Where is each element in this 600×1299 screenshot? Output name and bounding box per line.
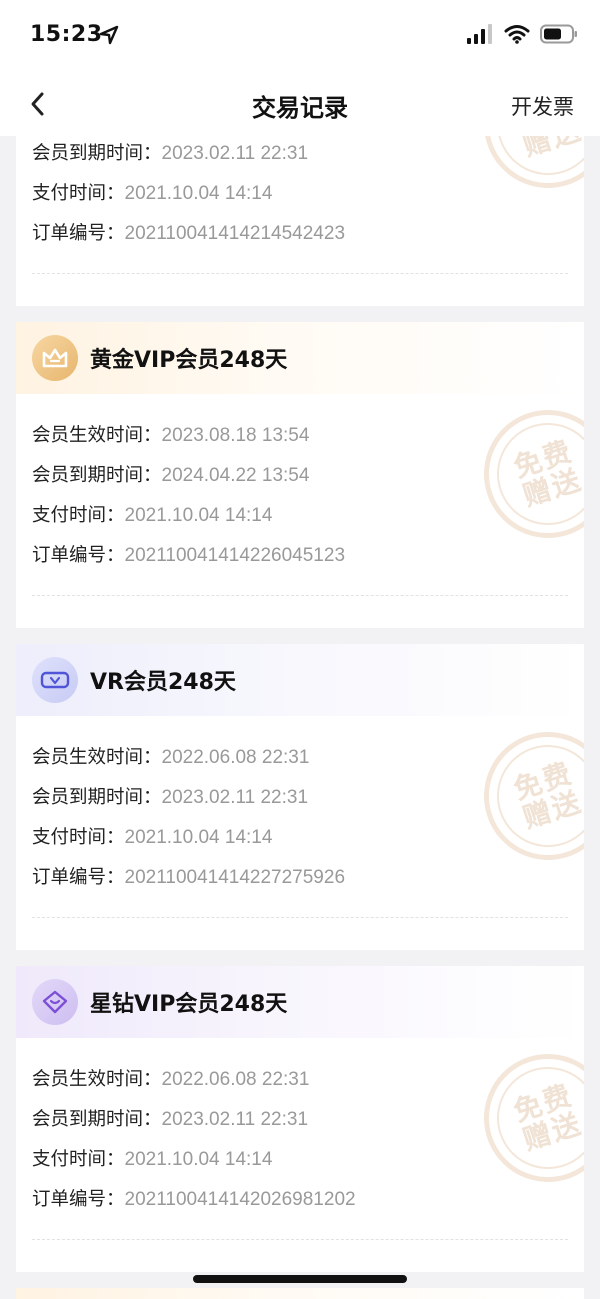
end-time-label: 会员到期时间： <box>32 143 162 164</box>
free-gift-stamp: 免费赠送 <box>467 715 584 877</box>
paid-time-value: 2021.10.04 14:14 <box>124 183 273 204</box>
card-title: 黄金VIP会员248天 <box>90 348 288 373</box>
battery-icon <box>540 24 578 48</box>
order-number-value: 202110041414214542423 <box>124 223 346 244</box>
paid-time-row: 支付时间：2021.10.04 14:14 <box>32 1148 272 1172</box>
order-number-row: 订单编号：202110041414226045123 <box>32 544 345 568</box>
end-time-label: 会员到期时间： <box>32 465 162 486</box>
start-time-row: 会员生效时间：2022.06.08 22:31 <box>32 746 309 770</box>
order-number-row: 订单编号：202110041414227275926 <box>32 866 345 890</box>
start-time-value: 2022.06.08 22:31 <box>161 1069 310 1090</box>
paid-time-label: 支付时间： <box>32 183 125 204</box>
end-time-value: 2023.02.11 22:31 <box>161 787 309 808</box>
vr-goggles-icon <box>32 657 78 703</box>
order-number-label: 订单编号： <box>32 867 125 888</box>
order-number-row: 订单编号：202110041414214542423 <box>32 222 345 246</box>
start-time-label: 会员生效时间： <box>32 425 162 446</box>
paid-time-value: 2021.10.04 14:14 <box>124 1149 273 1170</box>
order-number-label: 订单编号： <box>32 223 125 244</box>
dashed-divider <box>32 273 568 274</box>
nav-bar: 交易记录 开发票 <box>0 72 600 136</box>
end-time-row: 会员到期时间：2023.02.11 22:31 <box>32 142 308 166</box>
transaction-card[interactable]: 黄金VIP会员248天 免费赠送 会员生效时间：2023.08.18 13:54… <box>16 322 584 628</box>
order-number-value: 202110041414226045123 <box>124 545 346 566</box>
home-indicator[interactable] <box>193 1275 407 1283</box>
paid-time-value: 2021.10.04 14:14 <box>124 505 273 526</box>
transaction-card: 免费赠送 会员到期时间：2023.02.11 22:31 支付时间：2021.1… <box>16 136 584 306</box>
free-gift-stamp: 免费赠送 <box>467 1037 584 1199</box>
paid-time-value: 2021.10.04 14:14 <box>124 827 273 848</box>
page-title: 交易记录 <box>252 94 348 122</box>
paid-time-label: 支付时间： <box>32 505 125 526</box>
start-time-value: 2023.08.18 13:54 <box>161 425 310 446</box>
paid-time-row: 支付时间：2021.10.04 14:14 <box>32 182 272 206</box>
card-title: VR会员248天 <box>90 670 236 695</box>
card-header <box>16 1288 584 1299</box>
start-time-label: 会员生效时间： <box>32 1069 162 1090</box>
transaction-card[interactable]: VR会员248天 免费赠送 会员生效时间：2022.06.08 22:31 会员… <box>16 644 584 950</box>
end-time-row: 会员到期时间：2023.02.11 22:31 <box>32 786 308 810</box>
end-time-value: 2023.02.11 22:31 <box>161 1109 309 1130</box>
end-time-value: 2023.02.11 22:31 <box>161 143 309 164</box>
transaction-card[interactable] <box>16 1288 584 1299</box>
order-number-row: 订单编号：202110041414202698120​2 <box>32 1188 356 1212</box>
order-number-value: 202110041414202698120​2 <box>124 1189 356 1210</box>
wifi-icon <box>504 24 530 48</box>
end-time-label: 会员到期时间： <box>32 1109 162 1130</box>
dashed-divider <box>32 917 568 918</box>
end-time-row: 会员到期时间：2023.02.11 22:31 <box>32 1108 308 1132</box>
status-icons <box>466 24 578 48</box>
status-time: 15:23 <box>30 22 103 47</box>
paid-time-row: 支付时间：2021.10.04 14:14 <box>32 504 272 528</box>
card-title: 星钻VIP会员248天 <box>90 992 288 1017</box>
status-bar: 15:23 <box>0 0 600 72</box>
start-time-row: 会员生效时间：2023.08.18 13:54 <box>32 424 309 448</box>
end-time-value: 2024.04.22 13:54 <box>161 465 310 486</box>
end-time-label: 会员到期时间： <box>32 787 162 808</box>
end-time-row: 会员到期时间：2024.04.22 13:54 <box>32 464 309 488</box>
start-time-row: 会员生效时间：2022.06.08 22:31 <box>32 1068 309 1092</box>
order-number-value: 202110041414227275926 <box>124 867 346 888</box>
signal-icon <box>466 24 494 48</box>
diamond-icon <box>32 979 78 1025</box>
invoice-button[interactable]: 开发票 <box>511 91 574 121</box>
location-arrow-icon <box>98 24 120 46</box>
dashed-divider <box>32 1239 568 1240</box>
dashed-divider <box>32 595 568 596</box>
start-time-value: 2022.06.08 22:31 <box>161 747 310 768</box>
free-gift-stamp: 免费赠送 <box>467 393 584 555</box>
transaction-list[interactable]: 免费赠送 会员到期时间：2023.02.11 22:31 支付时间：2021.1… <box>0 136 600 1299</box>
paid-time-label: 支付时间： <box>32 827 125 848</box>
paid-time-row: 支付时间：2021.10.04 14:14 <box>32 826 272 850</box>
free-gift-stamp: 免费赠送 <box>467 136 584 205</box>
order-number-label: 订单编号： <box>32 545 125 566</box>
paid-time-label: 支付时间： <box>32 1149 125 1170</box>
order-number-label: 订单编号： <box>32 1189 125 1210</box>
transaction-card[interactable]: 星钻VIP会员248天 免费赠送 会员生效时间：2022.06.08 22:31… <box>16 966 584 1272</box>
crown-icon <box>32 335 78 381</box>
start-time-label: 会员生效时间： <box>32 747 162 768</box>
